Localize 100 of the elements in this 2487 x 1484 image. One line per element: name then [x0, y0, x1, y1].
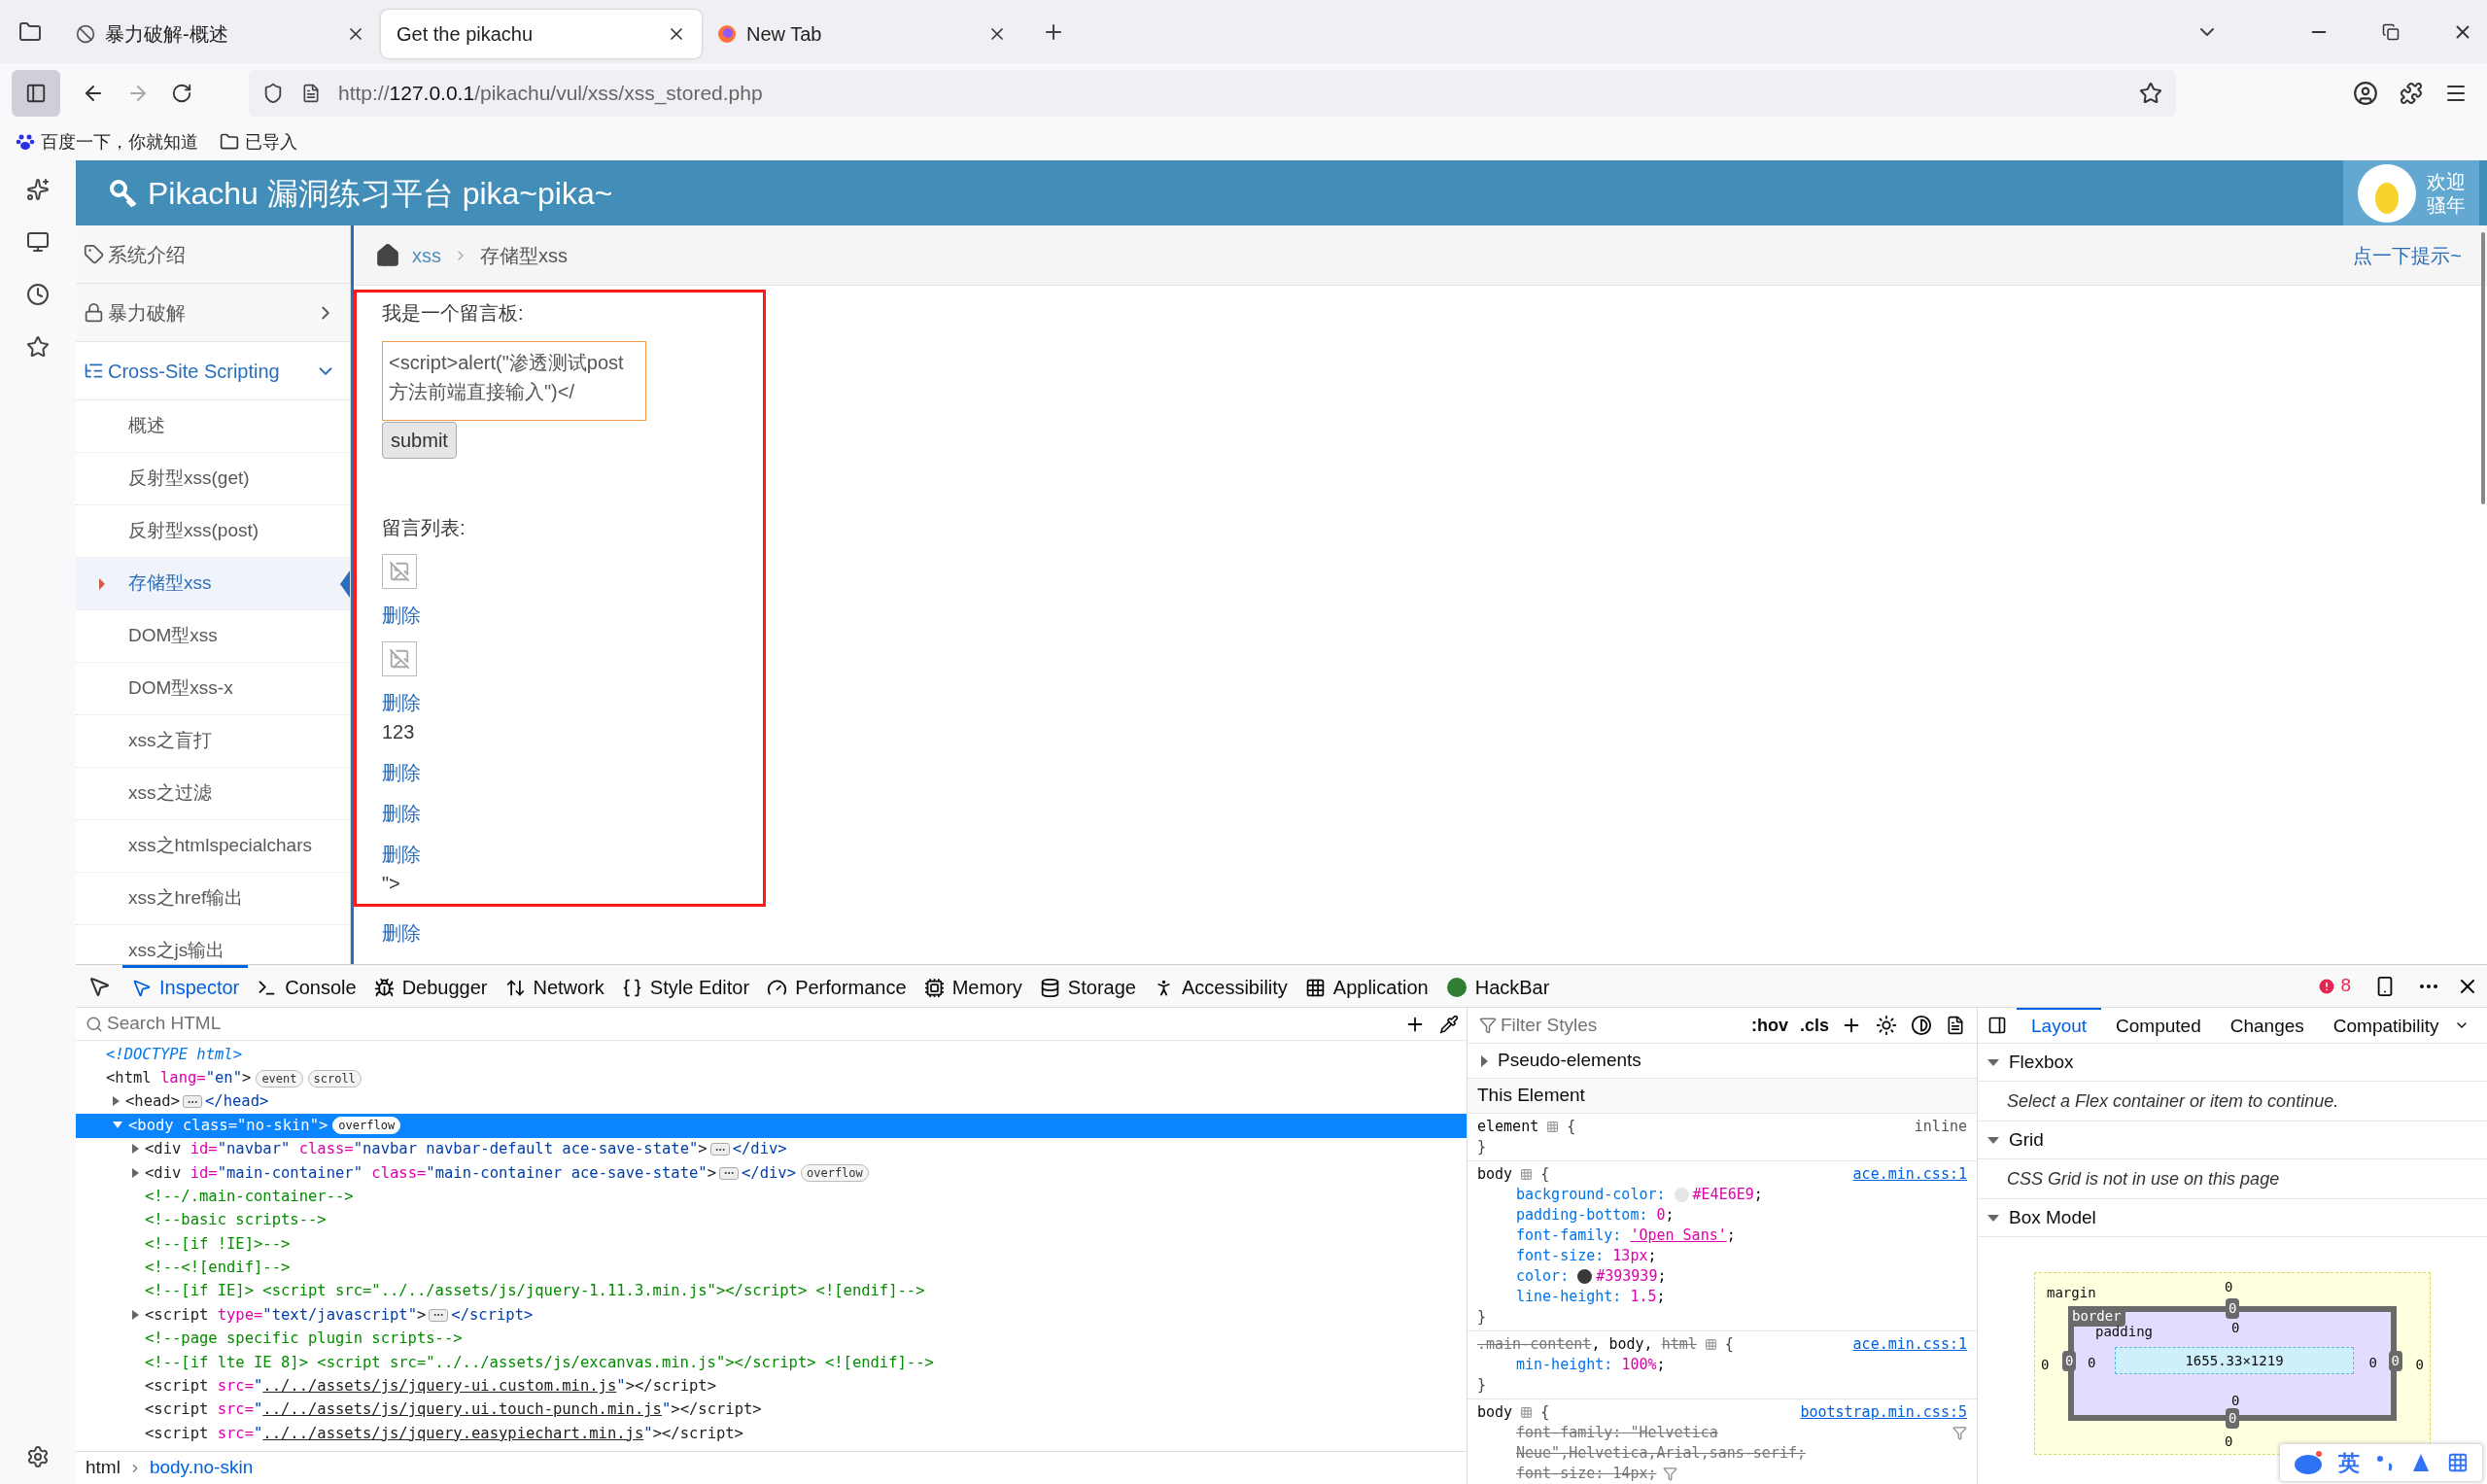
html-node-row[interactable]: <script src="../../assets/js/jquery.easypiechart.min.js"></script> — [76, 1422, 1467, 1446]
devtools-tab[interactable]: Accessibility — [1144, 965, 1296, 1007]
grid-dots-icon[interactable] — [1520, 1168, 1534, 1181]
submenu-item[interactable]: DOM型xss — [76, 610, 350, 663]
html-node-row[interactable]: <!--[if IE]> <script src="../../assets/js/jquery-1.11.3.min.js"></script> <![endif]--> — [76, 1279, 1467, 1304]
devtools-tab[interactable]: Style Editor — [612, 965, 759, 1007]
eyedropper-icon[interactable] — [1439, 1014, 1459, 1034]
color-swatch[interactable] — [1674, 1188, 1689, 1202]
error-count[interactable]: 8 — [2340, 972, 2351, 1000]
node-breadcrumb[interactable]: html — [86, 1454, 121, 1482]
submenu-item[interactable]: xss之js输出 — [76, 925, 350, 964]
submenu-item[interactable]: DOM型xss-x — [76, 663, 350, 715]
box-value[interactable]: 0 — [2368, 1353, 2377, 1373]
bookmark-star-icon[interactable] — [2139, 82, 2162, 105]
browser-tab[interactable]: Get the pikachu — [381, 9, 702, 58]
devtools-tab[interactable]: Inspector — [122, 965, 249, 1007]
folder-icon[interactable] — [220, 132, 239, 152]
account-icon[interactable] — [2353, 81, 2378, 106]
delete-link[interactable]: 删除 — [382, 840, 421, 869]
menu-item[interactable]: 系统介绍 — [76, 225, 350, 284]
settings-icon[interactable] — [26, 1445, 50, 1468]
message-input[interactable]: <script>alert("渗透测试post方法前端直接输入")</ — [382, 341, 646, 421]
triangle-icon[interactable] — [2410, 1452, 2432, 1473]
pseudo-elements-toggle[interactable]: Pseudo-elements — [1498, 1047, 1641, 1075]
sidebar-tab[interactable]: Layout — [2017, 1008, 2102, 1043]
box-value[interactable]: 0 — [2225, 1277, 2233, 1297]
devtools-tab[interactable]: Application — [1295, 965, 1437, 1007]
contrast-icon[interactable] — [1911, 1015, 1932, 1036]
reload-icon[interactable] — [171, 83, 192, 104]
submenu-item[interactable]: 反射型xss(post) — [76, 505, 350, 558]
box-value[interactable]: 0 — [2231, 1318, 2240, 1338]
scrollbar-thumb[interactable] — [2481, 232, 2485, 504]
history-icon[interactable] — [26, 283, 50, 306]
devices-icon[interactable] — [26, 230, 50, 254]
html-node-row[interactable]: <!--[if !IE]>--> — [76, 1232, 1467, 1257]
delete-link[interactable]: 删除 — [382, 688, 421, 717]
color-swatch[interactable] — [1577, 1269, 1593, 1284]
submenu-item[interactable]: xss之过滤 — [76, 768, 350, 820]
html-node-row[interactable]: <body class="no-skin"> overflow — [76, 1114, 1467, 1138]
collapse-arrow-icon[interactable] — [132, 1167, 139, 1178]
css-declaration[interactable]: font-size: 14px; — [1516, 1464, 1657, 1484]
section-header[interactable]: Box Model — [2009, 1203, 2096, 1232]
submenu-item[interactable]: 概述 — [76, 400, 350, 453]
html-node-row[interactable]: <script type="text/javascript"> </script> — [76, 1303, 1467, 1328]
tab-list-icon[interactable] — [18, 19, 42, 44]
print-media-icon[interactable] — [1946, 1016, 1965, 1035]
section-arrow-icon[interactable] — [1987, 1136, 1999, 1144]
node-badge[interactable]: overflow — [801, 1164, 869, 1183]
box-value[interactable]: 0 — [2088, 1353, 2096, 1373]
grid-icon[interactable] — [2447, 1452, 2469, 1473]
html-node-row[interactable]: <div id="main-container" class="main-container ace-save-state"> </div> overflow — [76, 1160, 1467, 1186]
delete-link[interactable]: 删除 — [382, 601, 421, 630]
grid-dots-icon[interactable] — [1704, 1338, 1717, 1351]
style-tool-button[interactable]: :hov — [1750, 1012, 1788, 1039]
html-node-row[interactable]: <!DOCTYPE html> — [76, 1043, 1467, 1067]
grid-dots-icon[interactable] — [1520, 1406, 1534, 1419]
panel-toggle-icon[interactable] — [1987, 1016, 2007, 1035]
star-icon[interactable] — [26, 335, 50, 359]
css-declaration[interactable]: color: #393939; — [1516, 1266, 1667, 1287]
devtools-tab[interactable]: Network — [496, 965, 613, 1007]
browser-tab[interactable]: New Tab — [702, 9, 1022, 58]
ellipsis-icon[interactable] — [719, 1166, 739, 1180]
expand-arrow-icon[interactable] — [1481, 1054, 1488, 1067]
bookmark-link[interactable]: 已导入 — [245, 128, 297, 155]
submit-button[interactable]: submit — [382, 422, 457, 459]
browser-tab[interactable]: 暴力破解-概述 — [60, 9, 381, 58]
filter-icon[interactable] — [1662, 1467, 1677, 1481]
css-declaration[interactable]: background-color: #E4E6E9; — [1516, 1185, 1763, 1205]
devtools-tab[interactable]: Console — [248, 965, 365, 1007]
ellipsis-icon[interactable] — [429, 1309, 449, 1322]
extensions-icon[interactable] — [2400, 82, 2423, 105]
node-badge[interactable]: overflow — [332, 1117, 401, 1135]
menu-label[interactable]: 暴力破解 — [108, 297, 186, 328]
filter-icon[interactable] — [1952, 1426, 1967, 1440]
collapse-arrow-icon[interactable] — [132, 1310, 139, 1320]
collapse-arrow-icon[interactable] — [132, 1144, 139, 1155]
search-html-field[interactable]: Search HTML — [107, 1010, 1391, 1038]
submenu-item[interactable]: xss之盲打 — [76, 715, 350, 768]
bookmark-link[interactable]: 百度一下，你就知道 — [41, 128, 198, 155]
box-value[interactable]: 0 — [2388, 1351, 2402, 1371]
box-value[interactable]: 0 — [2225, 1432, 2233, 1452]
menu-item[interactable]: Cross-Site Scripting — [76, 342, 350, 400]
punctuation-icon[interactable] — [2375, 1453, 2395, 1472]
submenu-item[interactable]: 存储型xss — [76, 558, 350, 610]
devtools-tab[interactable]: Storage — [1030, 965, 1145, 1007]
collapse-arrow-icon[interactable] — [113, 1096, 120, 1107]
sidebar-toggle-button[interactable] — [12, 70, 60, 117]
section-header[interactable]: Flexbox — [2009, 1048, 2074, 1077]
address-bar[interactable]: http://127.0.0.1/pikachu/vul/xss/xss_stored.php — [249, 70, 2176, 117]
sidebar-tab[interactable]: Compatibility — [2318, 1008, 2454, 1043]
css-declaration[interactable]: min-height: 100%; — [1516, 1355, 1666, 1375]
devtools-tab[interactable]: Debugger — [364, 965, 497, 1007]
sparkles-icon[interactable] — [26, 178, 50, 201]
html-node-row[interactable]: <!--page specific plugin scripts--> — [76, 1327, 1467, 1352]
css-declaration[interactable]: font-size: 13px; — [1516, 1246, 1657, 1266]
html-node-row[interactable]: <!--/.main-container--> — [76, 1185, 1467, 1209]
sidebar-tab[interactable]: Computed — [2101, 1008, 2216, 1043]
sidebar-tab[interactable]: Changes — [2215, 1008, 2319, 1043]
section-arrow-icon[interactable] — [1987, 1214, 1999, 1222]
section-header[interactable]: Grid — [2009, 1125, 2044, 1155]
